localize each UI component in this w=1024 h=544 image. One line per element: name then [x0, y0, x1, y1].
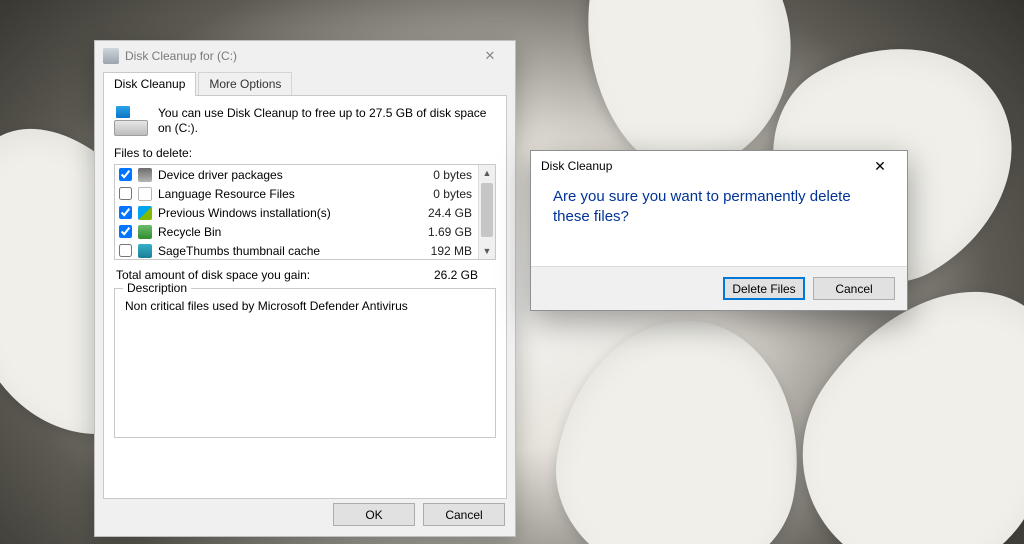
window-title: Disk Cleanup for (C:)	[125, 49, 237, 63]
drive-icon	[114, 106, 148, 136]
scroll-thumb[interactable]	[481, 183, 493, 237]
close-icon[interactable]: ✕	[863, 155, 897, 177]
titlebar[interactable]: Disk Cleanup for (C:) ✕	[95, 41, 515, 71]
ok-button[interactable]: OK	[333, 503, 415, 526]
file-row[interactable]: SageThumbs thumbnail cache 192 MB	[115, 241, 478, 259]
win-icon	[138, 206, 152, 220]
file-name: Recycle Bin	[158, 225, 406, 239]
confirm-dialog: Disk Cleanup ✕ Are you sure you want to …	[530, 150, 908, 311]
description-group: Description Non critical files used by M…	[114, 288, 496, 438]
tab-strip: Disk Cleanup More Options	[95, 71, 515, 95]
file-checkbox[interactable]	[119, 225, 132, 238]
confirm-title: Disk Cleanup	[541, 159, 612, 173]
delete-files-button[interactable]: Delete Files	[723, 277, 805, 300]
intro-text: You can use Disk Cleanup to free up to 2…	[158, 106, 496, 136]
file-checkbox[interactable]	[119, 168, 132, 181]
file-size: 0 bytes	[412, 187, 472, 201]
bin-icon	[138, 225, 152, 239]
file-checkbox[interactable]	[119, 187, 132, 200]
sage-icon	[138, 244, 152, 258]
total-value: 26.2 GB	[434, 268, 494, 282]
file-name: Previous Windows installation(s)	[158, 206, 406, 220]
confirm-message: Are you sure you want to permanently del…	[531, 181, 907, 227]
file-name: Language Resource Files	[158, 187, 406, 201]
file-row[interactable]: Language Resource Files 0 bytes	[115, 184, 478, 203]
disk-cleanup-window: Disk Cleanup for (C:) ✕ Disk Cleanup Mor…	[94, 40, 516, 537]
file-row[interactable]: Recycle Bin 1.69 GB	[115, 222, 478, 241]
pkg-icon	[138, 168, 152, 182]
disk-cleanup-icon	[103, 48, 119, 64]
files-list: Device driver packages0 bytesLanguage Re…	[114, 164, 496, 260]
file-row[interactable]: Previous Windows installation(s) 24.4 GB	[115, 203, 478, 222]
cancel-button[interactable]: Cancel	[423, 503, 505, 526]
confirm-cancel-button[interactable]: Cancel	[813, 277, 895, 300]
scroll-down-icon[interactable]: ▼	[479, 243, 495, 259]
file-row[interactable]: Device driver packages 0 bytes	[115, 165, 478, 184]
file-checkbox[interactable]	[119, 244, 132, 257]
file-checkbox[interactable]	[119, 206, 132, 219]
total-label: Total amount of disk space you gain:	[116, 268, 310, 282]
file-size: 0 bytes	[412, 168, 472, 182]
file-name: Device driver packages	[158, 168, 406, 182]
file-size: 1.69 GB	[412, 225, 472, 239]
scroll-up-icon[interactable]: ▲	[479, 165, 495, 181]
description-text: Non critical files used by Microsoft Def…	[125, 299, 485, 313]
tab-panel: You can use Disk Cleanup to free up to 2…	[103, 95, 507, 499]
scrollbar[interactable]: ▲ ▼	[478, 165, 495, 259]
file-icon	[138, 187, 152, 201]
description-legend: Description	[123, 281, 191, 295]
file-name: SageThumbs thumbnail cache	[158, 244, 406, 258]
close-icon[interactable]: ✕	[473, 45, 507, 67]
file-size: 24.4 GB	[412, 206, 472, 220]
bg-petal	[539, 301, 821, 544]
tab-disk-cleanup[interactable]: Disk Cleanup	[103, 72, 196, 96]
confirm-titlebar[interactable]: Disk Cleanup ✕	[531, 151, 907, 181]
file-size: 192 MB	[412, 244, 472, 258]
tab-more-options[interactable]: More Options	[198, 72, 292, 96]
files-to-delete-label: Files to delete:	[114, 146, 496, 160]
